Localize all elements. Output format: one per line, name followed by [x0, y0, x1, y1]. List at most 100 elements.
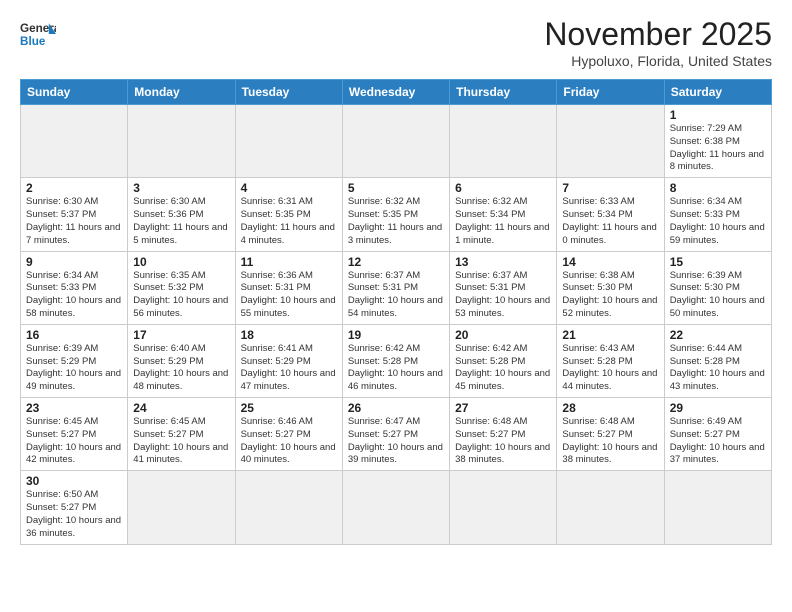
calendar-cell [128, 471, 235, 544]
calendar-cell: 21Sunrise: 6:43 AM Sunset: 5:28 PM Dayli… [557, 324, 664, 397]
day-number: 18 [241, 328, 337, 342]
day-info: Sunrise: 6:34 AM Sunset: 5:33 PM Dayligh… [26, 270, 122, 321]
calendar-cell: 13Sunrise: 6:37 AM Sunset: 5:31 PM Dayli… [450, 251, 557, 324]
logo-icon: General Blue [20, 16, 56, 52]
day-info: Sunrise: 6:42 AM Sunset: 5:28 PM Dayligh… [455, 343, 551, 394]
day-number: 7 [562, 181, 658, 195]
title-block: November 2025 Hypoluxo, Florida, United … [544, 16, 772, 69]
weekday-header-row: SundayMondayTuesdayWednesdayThursdayFrid… [21, 80, 772, 105]
calendar-cell: 22Sunrise: 6:44 AM Sunset: 5:28 PM Dayli… [664, 324, 771, 397]
day-info: Sunrise: 6:39 AM Sunset: 5:29 PM Dayligh… [26, 343, 122, 394]
calendar-week-row: 23Sunrise: 6:45 AM Sunset: 5:27 PM Dayli… [21, 398, 772, 471]
day-info: Sunrise: 6:34 AM Sunset: 5:33 PM Dayligh… [670, 196, 766, 247]
day-number: 17 [133, 328, 229, 342]
calendar-cell: 9Sunrise: 6:34 AM Sunset: 5:33 PM Daylig… [21, 251, 128, 324]
calendar-cell: 10Sunrise: 6:35 AM Sunset: 5:32 PM Dayli… [128, 251, 235, 324]
day-number: 19 [348, 328, 444, 342]
calendar-cell: 26Sunrise: 6:47 AM Sunset: 5:27 PM Dayli… [342, 398, 449, 471]
calendar-cell: 5Sunrise: 6:32 AM Sunset: 5:35 PM Daylig… [342, 178, 449, 251]
calendar-cell: 2Sunrise: 6:30 AM Sunset: 5:37 PM Daylig… [21, 178, 128, 251]
day-info: Sunrise: 6:43 AM Sunset: 5:28 PM Dayligh… [562, 343, 658, 394]
calendar-cell [557, 471, 664, 544]
day-info: Sunrise: 6:50 AM Sunset: 5:27 PM Dayligh… [26, 489, 122, 540]
day-number: 5 [348, 181, 444, 195]
calendar-cell: 8Sunrise: 6:34 AM Sunset: 5:33 PM Daylig… [664, 178, 771, 251]
calendar-cell [664, 471, 771, 544]
svg-text:Blue: Blue [20, 35, 46, 48]
calendar-cell [342, 471, 449, 544]
calendar-cell [21, 105, 128, 178]
day-number: 28 [562, 401, 658, 415]
calendar-cell [342, 105, 449, 178]
day-number: 4 [241, 181, 337, 195]
day-number: 3 [133, 181, 229, 195]
day-info: Sunrise: 6:45 AM Sunset: 5:27 PM Dayligh… [26, 416, 122, 467]
calendar-cell: 25Sunrise: 6:46 AM Sunset: 5:27 PM Dayli… [235, 398, 342, 471]
calendar-cell: 24Sunrise: 6:45 AM Sunset: 5:27 PM Dayli… [128, 398, 235, 471]
calendar-cell: 1Sunrise: 7:29 AM Sunset: 6:38 PM Daylig… [664, 105, 771, 178]
day-number: 25 [241, 401, 337, 415]
calendar-cell: 17Sunrise: 6:40 AM Sunset: 5:29 PM Dayli… [128, 324, 235, 397]
weekday-header-sunday: Sunday [21, 80, 128, 105]
calendar-cell: 15Sunrise: 6:39 AM Sunset: 5:30 PM Dayli… [664, 251, 771, 324]
day-number: 6 [455, 181, 551, 195]
day-number: 10 [133, 255, 229, 269]
calendar-cell: 30Sunrise: 6:50 AM Sunset: 5:27 PM Dayli… [21, 471, 128, 544]
calendar-cell: 3Sunrise: 6:30 AM Sunset: 5:36 PM Daylig… [128, 178, 235, 251]
day-number: 23 [26, 401, 122, 415]
day-number: 1 [670, 108, 766, 122]
weekday-header-saturday: Saturday [664, 80, 771, 105]
weekday-header-wednesday: Wednesday [342, 80, 449, 105]
day-info: Sunrise: 6:35 AM Sunset: 5:32 PM Dayligh… [133, 270, 229, 321]
calendar-week-row: 2Sunrise: 6:30 AM Sunset: 5:37 PM Daylig… [21, 178, 772, 251]
calendar-cell: 18Sunrise: 6:41 AM Sunset: 5:29 PM Dayli… [235, 324, 342, 397]
day-number: 29 [670, 401, 766, 415]
calendar-cell: 7Sunrise: 6:33 AM Sunset: 5:34 PM Daylig… [557, 178, 664, 251]
month-title: November 2025 [544, 16, 772, 53]
calendar-cell: 11Sunrise: 6:36 AM Sunset: 5:31 PM Dayli… [235, 251, 342, 324]
calendar-week-row: 16Sunrise: 6:39 AM Sunset: 5:29 PM Dayli… [21, 324, 772, 397]
day-info: Sunrise: 6:37 AM Sunset: 5:31 PM Dayligh… [348, 270, 444, 321]
calendar-cell: 23Sunrise: 6:45 AM Sunset: 5:27 PM Dayli… [21, 398, 128, 471]
calendar-cell: 29Sunrise: 6:49 AM Sunset: 5:27 PM Dayli… [664, 398, 771, 471]
day-number: 24 [133, 401, 229, 415]
logo: General Blue [20, 16, 56, 52]
day-number: 12 [348, 255, 444, 269]
day-info: Sunrise: 6:36 AM Sunset: 5:31 PM Dayligh… [241, 270, 337, 321]
day-info: Sunrise: 6:39 AM Sunset: 5:30 PM Dayligh… [670, 270, 766, 321]
calendar-cell [235, 471, 342, 544]
calendar-cell: 28Sunrise: 6:48 AM Sunset: 5:27 PM Dayli… [557, 398, 664, 471]
day-info: Sunrise: 6:49 AM Sunset: 5:27 PM Dayligh… [670, 416, 766, 467]
calendar-week-row: 1Sunrise: 7:29 AM Sunset: 6:38 PM Daylig… [21, 105, 772, 178]
day-number: 14 [562, 255, 658, 269]
day-info: Sunrise: 6:38 AM Sunset: 5:30 PM Dayligh… [562, 270, 658, 321]
day-number: 26 [348, 401, 444, 415]
day-number: 21 [562, 328, 658, 342]
calendar-cell [450, 105, 557, 178]
day-info: Sunrise: 6:42 AM Sunset: 5:28 PM Dayligh… [348, 343, 444, 394]
location-subtitle: Hypoluxo, Florida, United States [544, 53, 772, 69]
day-info: Sunrise: 6:44 AM Sunset: 5:28 PM Dayligh… [670, 343, 766, 394]
calendar-cell: 12Sunrise: 6:37 AM Sunset: 5:31 PM Dayli… [342, 251, 449, 324]
day-number: 11 [241, 255, 337, 269]
day-info: Sunrise: 6:32 AM Sunset: 5:34 PM Dayligh… [455, 196, 551, 247]
day-info: Sunrise: 7:29 AM Sunset: 6:38 PM Dayligh… [670, 123, 766, 174]
day-info: Sunrise: 6:33 AM Sunset: 5:34 PM Dayligh… [562, 196, 658, 247]
calendar-cell: 19Sunrise: 6:42 AM Sunset: 5:28 PM Dayli… [342, 324, 449, 397]
day-number: 22 [670, 328, 766, 342]
day-info: Sunrise: 6:30 AM Sunset: 5:37 PM Dayligh… [26, 196, 122, 247]
weekday-header-monday: Monday [128, 80, 235, 105]
calendar-cell [128, 105, 235, 178]
day-info: Sunrise: 6:45 AM Sunset: 5:27 PM Dayligh… [133, 416, 229, 467]
day-info: Sunrise: 6:48 AM Sunset: 5:27 PM Dayligh… [562, 416, 658, 467]
day-number: 20 [455, 328, 551, 342]
day-info: Sunrise: 6:41 AM Sunset: 5:29 PM Dayligh… [241, 343, 337, 394]
day-info: Sunrise: 6:48 AM Sunset: 5:27 PM Dayligh… [455, 416, 551, 467]
calendar-cell: 4Sunrise: 6:31 AM Sunset: 5:35 PM Daylig… [235, 178, 342, 251]
day-number: 30 [26, 474, 122, 488]
calendar-week-row: 9Sunrise: 6:34 AM Sunset: 5:33 PM Daylig… [21, 251, 772, 324]
day-number: 8 [670, 181, 766, 195]
calendar-table: SundayMondayTuesdayWednesdayThursdayFrid… [20, 79, 772, 545]
day-info: Sunrise: 6:47 AM Sunset: 5:27 PM Dayligh… [348, 416, 444, 467]
weekday-header-friday: Friday [557, 80, 664, 105]
